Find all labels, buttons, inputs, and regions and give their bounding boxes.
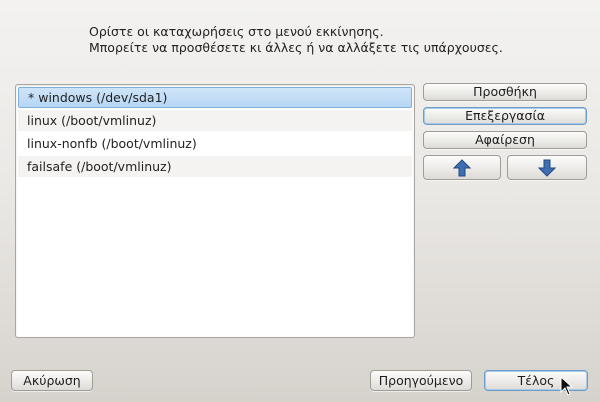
move-up-button[interactable] [423, 155, 501, 180]
arrow-down-icon [508, 159, 586, 177]
list-item[interactable]: linux (/boot/vmlinuz) [18, 110, 412, 131]
intro-text: Ορίστε οι καταχωρήσεις στο μενού εκκίνησ… [89, 24, 503, 56]
list-item[interactable]: * windows (/dev/sda1) [18, 87, 412, 108]
cancel-button[interactable]: Ακύρωση [11, 370, 93, 391]
add-button[interactable]: Προσθήκη [423, 83, 587, 101]
edit-button[interactable]: Επεξεργασία [423, 107, 587, 125]
intro-line-2: Μπορείτε να προσθέσετε κι άλλες ή να αλλ… [89, 40, 503, 55]
move-down-button[interactable] [507, 155, 587, 180]
previous-button[interactable]: Προηγούμενο [370, 370, 472, 391]
list-item[interactable]: linux-nonfb (/boot/vmlinuz) [18, 133, 412, 154]
boot-entries-list[interactable]: * windows (/dev/sda1) linux (/boot/vmlin… [15, 84, 415, 338]
list-item[interactable]: failsafe (/boot/vmlinuz) [18, 156, 412, 177]
mouse-pointer-icon [560, 375, 574, 399]
intro-line-1: Ορίστε οι καταχωρήσεις στο μενού εκκίνησ… [89, 24, 384, 39]
remove-button[interactable]: Αφαίρεση [423, 131, 587, 149]
arrow-up-icon [424, 159, 500, 177]
